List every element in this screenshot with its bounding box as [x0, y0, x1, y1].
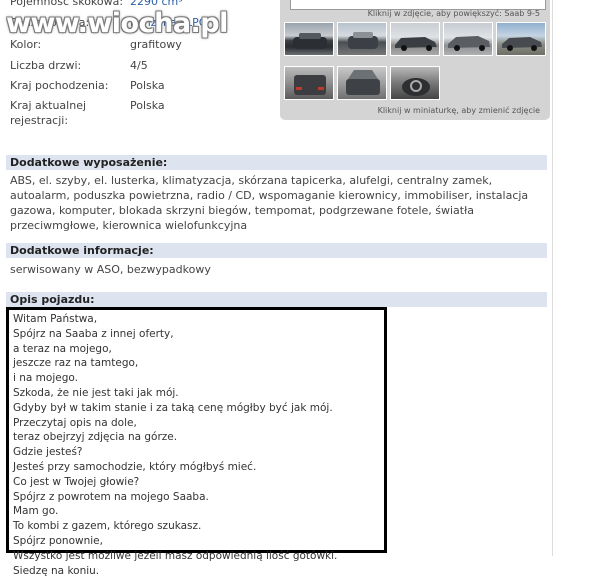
detail-value-color: grafitowy — [130, 38, 182, 51]
description-line: Wszystko jest możliwe jeżeli masz odpowi… — [13, 549, 338, 562]
description-line: Mam go. — [13, 505, 59, 518]
thumbnail-8[interactable] — [390, 66, 440, 100]
detail-label-color: Kolor: — [10, 38, 42, 51]
description-line: jeszcze raz na tamtego, — [13, 357, 139, 370]
description-line: Spójrz z powrotem na mojego Saaba. — [13, 490, 209, 503]
section-header-info: Dodatkowe informacje: — [6, 243, 547, 258]
thumbnail-5[interactable] — [496, 22, 546, 56]
photo-gallery: Kliknij w zdjęcie, aby powiększyć: Saab … — [280, 0, 550, 120]
section-header-equipment: Dodatkowe wyposażenie: — [6, 155, 547, 170]
change-photo-hint: Kliknij w miniaturkę, aby zmienić zdjęci… — [377, 106, 540, 115]
car-interior-icon — [402, 78, 430, 96]
description-line: Gdyby był w takim stanie i za taką cenę … — [13, 401, 333, 414]
description-line: i na mojego. — [13, 372, 78, 385]
car-trunk-red-icon — [294, 75, 326, 95]
thumbnail-3[interactable] — [390, 22, 440, 56]
info-text: serwisowany w ASO, bezwypadkowy — [10, 263, 211, 276]
description-line: Jesteś przy samochodzie, który mógłbyś m… — [13, 460, 257, 473]
description-line: To kombi z gazem, którego szukasz. — [13, 520, 202, 533]
car-trunk-open-icon — [346, 70, 380, 95]
description-line: Szkoda, że nie jest taki jak mój. — [13, 386, 179, 399]
description-line: a teraz na mojego, — [13, 342, 112, 355]
content-border — [552, 0, 553, 556]
description-line: Siedzę na koniu. — [13, 564, 100, 577]
equipment-text: ABS, el. szyby, el. lusterka, klimatyzac… — [10, 174, 529, 232]
thumbnail-6[interactable] — [284, 66, 334, 100]
description-line: Co jest w Twojej głowie? — [13, 475, 140, 488]
detail-label-registration: Kraj aktualnej rejestracji: — [10, 99, 87, 127]
car-side-street-icon — [502, 37, 542, 51]
description-line: Spójrz ponownie, — [13, 534, 103, 547]
description-box: Witam Państwa, Spójrz na Saaba z innej o… — [6, 307, 387, 577]
description-line: teraz obejrzyj zdjęcia na górze. — [13, 431, 178, 444]
car-front-dark-icon — [293, 33, 327, 49]
detail-value-origin: Polska — [130, 79, 165, 92]
car-side-grey-icon — [448, 36, 490, 51]
thumbnail-4[interactable] — [443, 22, 493, 56]
detail-label-doors: Liczba drzwi: — [10, 59, 82, 72]
car-front-grey-icon — [348, 32, 378, 49]
car-side-dark-icon — [395, 37, 437, 51]
description-line: Witam Państwa, — [13, 313, 98, 325]
watermark: www.wiocha.pl — [6, 8, 228, 39]
description-line: Spójrz na Saaba z innej oferty, — [13, 327, 174, 340]
thumbnail-1[interactable] — [284, 22, 334, 56]
detail-value-doors: 4/5 — [130, 59, 148, 72]
thumbnail-7[interactable] — [337, 66, 387, 100]
description-line: Przeczytaj opis na dole, — [13, 416, 137, 429]
thumbnail-2[interactable] — [337, 22, 387, 56]
detail-label-origin: Kraj pochodzenia: — [10, 79, 109, 92]
section-header-description: Opis pojazdu: — [6, 292, 547, 307]
detail-value-registration: Polska — [130, 99, 165, 112]
description-line: Gdzie jesteś? — [13, 446, 83, 459]
enlarge-hint: Kliknij w zdjęcie, aby powiększyć: Saab … — [367, 9, 540, 18]
